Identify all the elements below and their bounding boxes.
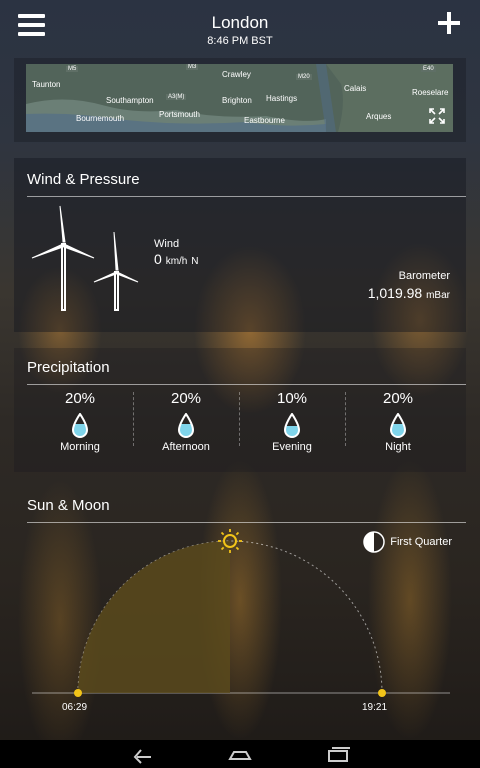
divider (27, 384, 466, 385)
daylight-elapsed-area (78, 541, 230, 693)
precipitation-card: Precipitation 20% Morning 20% Afternoon 10% E… (14, 348, 466, 472)
wind-unit: km/h (165, 256, 188, 267)
precip-period-label: Evening (272, 441, 312, 453)
raindrop-icon (177, 413, 195, 438)
wind-label: Wind (154, 238, 180, 250)
sun-moon-card: Sun & Moon First Quarter 06:29 19:21 (14, 487, 466, 720)
precip-period: 10% Evening (239, 390, 345, 453)
precip-separator (345, 392, 347, 446)
map-place-label: Arques (366, 112, 392, 121)
precip-period-label: Morning (60, 441, 100, 453)
section-title: Wind & Pressure (27, 171, 140, 188)
precip-period: 20% Morning (27, 390, 133, 453)
road-label: M3 (186, 64, 199, 70)
precip-percent: 20% (64, 390, 96, 407)
barometer-reading: 1,019.98 (367, 285, 423, 301)
map-card: M5 A3(M) M20 M3 E40 Taunton Southampton … (14, 58, 466, 142)
section-title: Precipitation (27, 359, 110, 376)
system-nav-bar (0, 740, 480, 768)
plus-icon[interactable] (438, 12, 460, 34)
city-name: London (211, 13, 269, 32)
road-label: E40 (421, 66, 436, 72)
map-place-label: Calais (344, 84, 367, 93)
map-place-label: Bournemouth (76, 114, 125, 123)
wind-turbine-icon (31, 205, 139, 311)
recents-icon[interactable] (326, 744, 350, 764)
raindrop-icon (389, 413, 407, 438)
precip-period: 20% Night (345, 390, 451, 453)
map-place-label: Brighton (222, 96, 252, 105)
wind-direction: N (191, 256, 199, 267)
precip-percent: 20% (382, 390, 414, 407)
precip-separator (133, 392, 135, 446)
barometer-unit: mBar (426, 290, 450, 301)
wind-speed: 0 (154, 251, 162, 267)
sunset-time: 19:21 (362, 702, 388, 713)
sun-path-chart (32, 529, 450, 697)
road-label: A3(M) (166, 94, 187, 100)
road-label: M5 (66, 66, 79, 72)
wind-pressure-card: Wind & Pressure Wind 0 km/h N Barometer … (14, 158, 466, 332)
barometer-label: Barometer (398, 270, 450, 282)
raindrop-icon (283, 413, 301, 438)
wind-value: 0 km/h N (154, 251, 198, 267)
precip-period-label: Night (385, 441, 411, 453)
precip-percent: 20% (170, 390, 202, 407)
precip-period-label: Afternoon (162, 441, 210, 453)
precip-percent: 10% (276, 390, 308, 407)
top-bar: London 8:46 PM BST (0, 0, 480, 58)
sunrise-dot (74, 689, 82, 697)
map-view[interactable]: M5 A3(M) M20 M3 E40 Taunton Southampton … (26, 64, 453, 132)
back-icon[interactable] (131, 744, 155, 764)
map-place-label: Eastbourne (244, 116, 285, 125)
expand-icon[interactable] (429, 108, 445, 124)
map-place-label: Southampton (106, 96, 154, 105)
precip-period: 20% Afternoon (133, 390, 239, 453)
barometer-value: 1,019.98 mBar (368, 285, 450, 301)
map-place-label: Hastings (266, 94, 298, 103)
local-time: 8:46 PM BST (207, 35, 273, 47)
location-header: London 8:46 PM BST (0, 13, 480, 49)
raindrop-icon (71, 413, 89, 438)
sunset-dot (378, 689, 386, 697)
precip-separator (239, 392, 241, 446)
sunrise-time: 06:29 (62, 702, 88, 713)
home-icon[interactable] (228, 744, 252, 764)
map-place-label: Portsmouth (159, 110, 200, 119)
map-place-label: Taunton (32, 80, 61, 89)
road-label: M20 (296, 74, 312, 80)
divider (27, 196, 466, 197)
map-place-label: Roeselare (412, 88, 449, 97)
map-place-label: Crawley (222, 70, 251, 79)
